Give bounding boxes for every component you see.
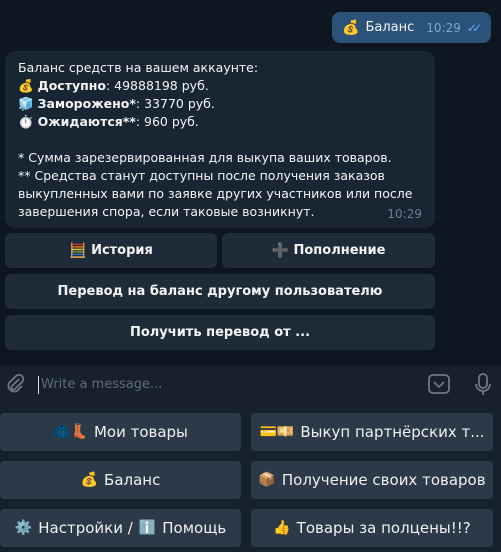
half-price-button[interactable]: 👍 Товары за полцены!!? <box>251 509 493 547</box>
message-time: 10:29 <box>426 20 461 35</box>
message-input-bar: Write a message... <box>0 365 501 405</box>
message-input[interactable]: Write a message... <box>38 376 162 394</box>
available-line: 💰 Доступно: 49888198 руб. <box>18 78 209 93</box>
balance-button[interactable]: 💰 Баланс <box>0 461 241 499</box>
outgoing-message: 💰 Баланс 10:29 ✓✓ <box>332 12 491 43</box>
balance-intro: Баланс средств на вашем аккаунте: <box>18 60 259 75</box>
incoming-message: Баланс средств на вашем аккаунте: 💰 Дост… <box>5 51 435 228</box>
note-pending-2: выкупленных вами по заявке других участн… <box>18 186 413 201</box>
history-button[interactable]: 🧮 История <box>5 233 217 268</box>
receive-transfer-button[interactable]: Получить перевод от ... <box>5 315 435 350</box>
frozen-line: 🧊 Заморожено*: 33770 руб. <box>18 96 215 111</box>
message-time: 10:29 <box>387 207 422 221</box>
gear-icon: ⚙️ <box>14 520 33 536</box>
money-bag-icon: 💰 <box>342 19 360 36</box>
ice-cube-icon: 🧊 <box>18 96 34 111</box>
microphone-icon[interactable] <box>474 373 492 402</box>
receive-goods-button[interactable]: 📦 Получение своих товаров <box>251 461 493 499</box>
my-goods-button[interactable]: 🧥👢 Мои товары <box>0 413 241 451</box>
paperclip-icon[interactable] <box>5 373 25 400</box>
money-bag-icon: 💰 <box>80 472 99 488</box>
thumbs-up-icon: 👍 <box>273 520 291 536</box>
reply-keyboard: 🧥👢 Мои товары 💳💴 Выкуп партнёрских т... 💰 Б… <box>0 405 501 552</box>
stopwatch-icon: ⏱️ <box>18 114 34 129</box>
money-bag-icon: 💰 <box>18 78 34 93</box>
topup-button[interactable]: ➕ Пополнение <box>222 233 435 268</box>
chat-area: 💰 Баланс 10:29 ✓✓ Баланс средств на ваше… <box>0 0 501 360</box>
pending-line: ⏱️ Ожидаются**: 960 руб. <box>18 114 199 129</box>
settings-help-button[interactable]: ⚙️ Настройки / ℹ️ Помощь <box>0 509 241 547</box>
note-reserved: * Сумма зарезервированная для выкупа ваш… <box>18 150 392 165</box>
message-text: Баланс <box>365 20 415 35</box>
info-icon: ℹ️ <box>138 520 157 536</box>
transfer-button[interactable]: Перевод на баланс другому пользователю <box>5 274 435 309</box>
card-cash-icon: 💳💴 <box>259 424 295 440</box>
plus-icon: ➕ <box>271 242 289 259</box>
note-pending-1: ** Средства станут доступны после получе… <box>18 168 385 183</box>
partner-buyout-button[interactable]: 💳💴 Выкуп партнёрских т... <box>251 413 493 451</box>
clothes-icon: 🧥👢 <box>53 424 88 440</box>
note-pending-3: завершения спора, если таковые возникнут… <box>18 204 315 219</box>
bot-keyboard-icon[interactable] <box>427 373 451 400</box>
package-icon: 📦 <box>258 472 276 488</box>
abacus-icon: 🧮 <box>69 242 87 259</box>
read-ticks-icon: ✓✓ <box>466 20 482 35</box>
